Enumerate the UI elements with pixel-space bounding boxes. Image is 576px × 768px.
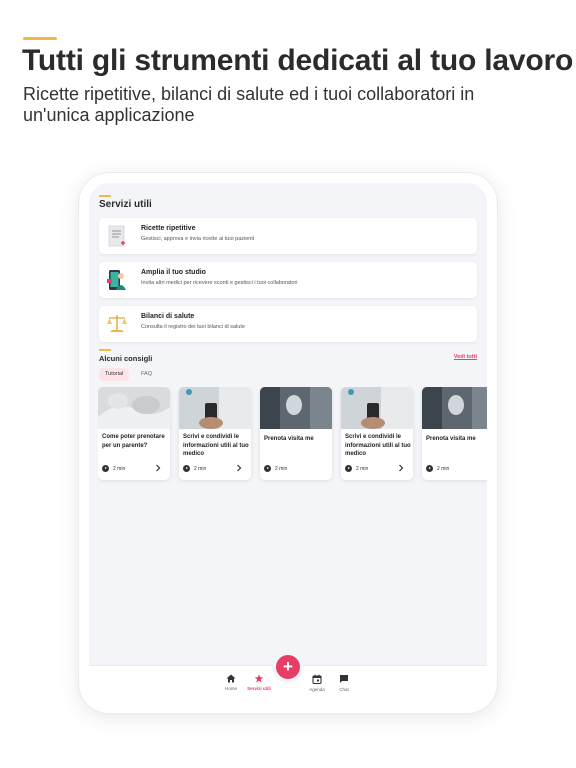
nav-label: Servizi utili	[247, 686, 271, 691]
calendar-icon	[312, 674, 322, 684]
card-title: Prenota visita me	[264, 436, 314, 442]
service-card-bilanci[interactable]: Bilanci di salute Consulta il registro d…	[99, 306, 477, 342]
tutorial-card[interactable]: Come poter prenotare per un parente? 2 m…	[98, 387, 170, 480]
service-description: Gestisci, approva e invia ricette ai tuo…	[141, 236, 255, 242]
card-title: Scrivi e condividi le informazioni utili…	[183, 434, 249, 457]
headline: Tutti gli strumenti dedicati al tuo lavo…	[22, 44, 574, 77]
tablet-frame: Servizi utili Ricette ripetitive Gestisc…	[79, 173, 497, 713]
section-accent	[99, 195, 111, 197]
card-title: Prenota visita me	[426, 436, 476, 442]
app-screen: Servizi utili Ricette ripetitive Gestisc…	[89, 183, 487, 703]
tab-faq[interactable]: FAQ	[135, 368, 158, 381]
home-icon	[226, 674, 236, 683]
tutorial-card[interactable]: Scrivi e condividi le informazioni utili…	[341, 387, 413, 480]
card-title: Come poter prenotare per un parente?	[102, 434, 165, 449]
chevron-right-icon[interactable]	[154, 464, 162, 472]
star-icon	[254, 674, 264, 683]
chevron-right-icon[interactable]	[235, 464, 243, 472]
service-title: Amplia il tuo studio	[141, 269, 206, 276]
card-duration: 2 min	[345, 465, 368, 472]
card-image	[341, 387, 413, 429]
service-title: Bilanci di salute	[141, 313, 195, 320]
play-icon	[183, 465, 190, 472]
play-icon	[345, 465, 352, 472]
doctor-phone-icon	[107, 270, 126, 290]
tab-tutorial[interactable]: Tutorial	[99, 368, 130, 381]
tips-title: Alcuni consigli	[99, 354, 153, 363]
tutorial-card[interactable]: Prenota visita me 2 min	[422, 387, 487, 480]
card-duration: 2 min	[426, 465, 449, 472]
nav-label: Chat	[339, 687, 349, 692]
subheadline: Ricette ripetitive, bilanci di salute ed…	[23, 84, 475, 125]
add-button[interactable]: +	[276, 655, 300, 679]
tutorial-card[interactable]: Prenota visita me 2 min	[260, 387, 332, 480]
nav-item-agenda[interactable]: Agenda	[302, 674, 332, 692]
card-image	[260, 387, 332, 429]
tutorial-carousel[interactable]: Come poter prenotare per un parente? 2 m…	[98, 387, 487, 483]
section-title: Servizi utili	[99, 199, 152, 210]
play-icon	[426, 465, 433, 472]
card-duration: 2 min	[183, 465, 206, 472]
card-image	[422, 387, 487, 429]
headline-accent-bar	[23, 37, 57, 40]
chat-icon	[340, 675, 348, 683]
chevron-right-icon[interactable]	[397, 464, 405, 472]
prescription-icon	[108, 225, 125, 247]
nav-item-chat[interactable]: Chat	[329, 674, 359, 692]
card-image	[98, 387, 170, 429]
nav-label: Home	[224, 686, 237, 691]
see-all-link[interactable]: Vedi tutti	[454, 354, 477, 360]
service-card-amplia[interactable]: Amplia il tuo studio Invita altri medici…	[99, 262, 477, 298]
play-icon	[264, 465, 271, 472]
service-description: Invita altri medici per ricevere sconti …	[141, 280, 298, 286]
nav-item-services[interactable]: Servizi utili	[244, 674, 274, 691]
service-title: Ricette ripetitive	[141, 225, 196, 232]
play-icon	[102, 465, 109, 472]
card-image	[179, 387, 251, 429]
service-description: Consulta il registro dei tuoi bilanci di…	[141, 324, 245, 330]
nav-item-home[interactable]: Home	[216, 674, 246, 691]
card-duration: 2 min	[264, 465, 287, 472]
card-duration: 2 min	[102, 465, 125, 472]
tips-accent	[99, 349, 111, 351]
scale-icon	[107, 315, 127, 332]
service-card-ricette[interactable]: Ricette ripetitive Gestisci, approva e i…	[99, 218, 477, 254]
tutorial-card[interactable]: Scrivi e condividi le informazioni utili…	[179, 387, 251, 480]
card-title: Scrivi e condividi le informazioni utili…	[345, 434, 411, 457]
nav-label: Agenda	[309, 687, 325, 692]
